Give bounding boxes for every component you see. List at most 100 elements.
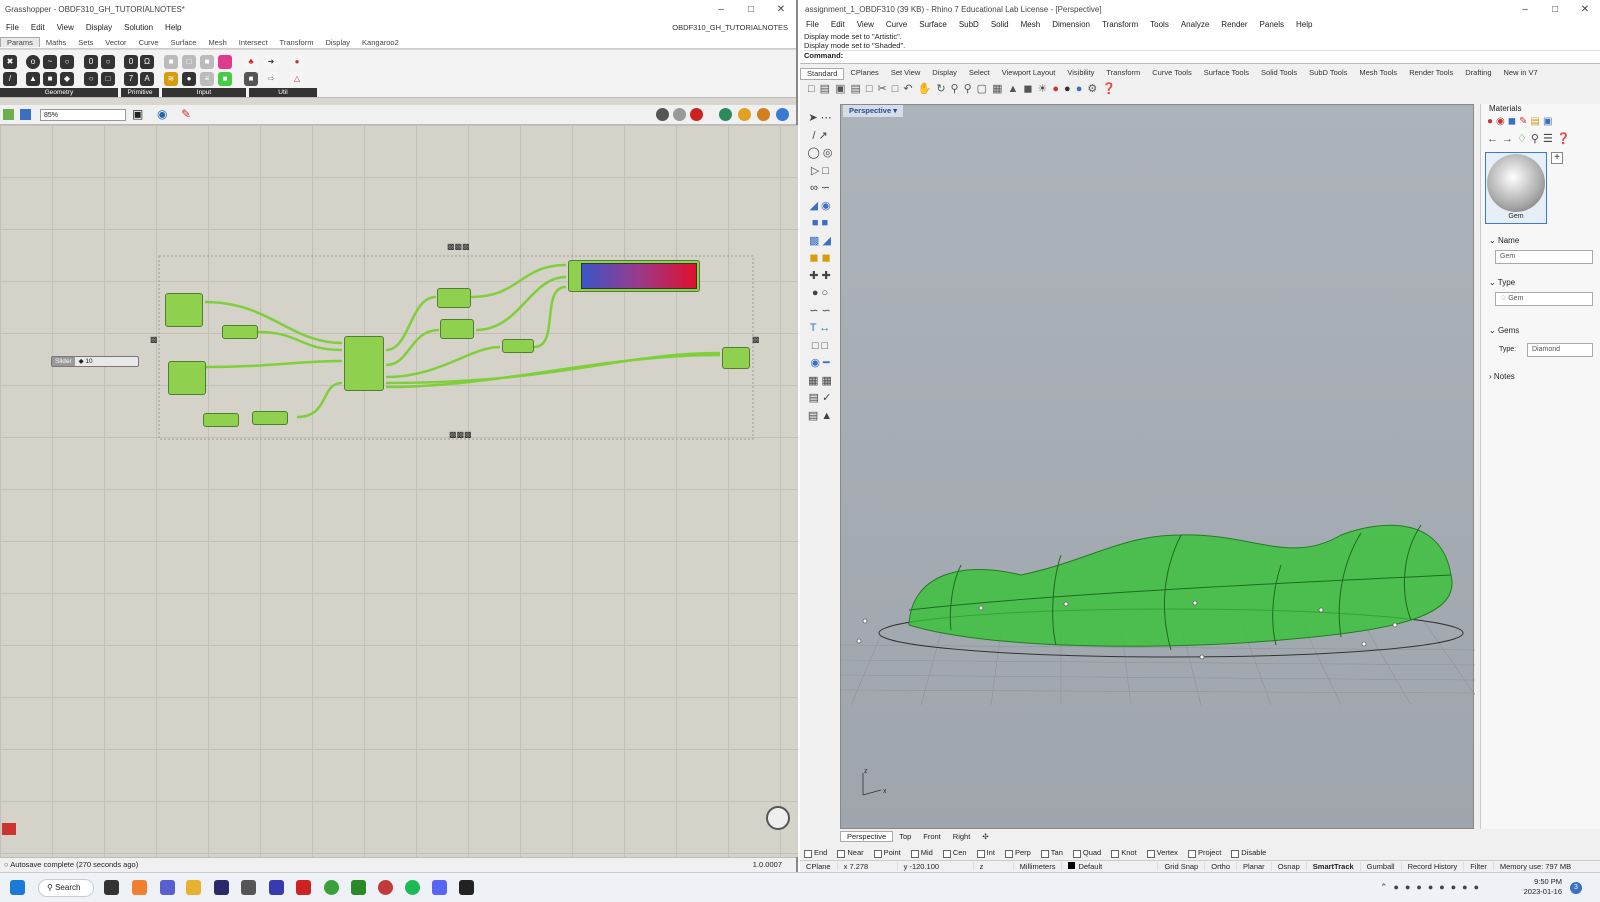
- tab-sets[interactable]: Sets: [72, 38, 99, 47]
- input-icon[interactable]: ●: [182, 72, 196, 86]
- param-icon[interactable]: ○: [60, 55, 74, 69]
- osnap-end[interactable]: End: [804, 848, 837, 858]
- select-arrow-icon[interactable]: ➤ ⋯: [802, 110, 838, 128]
- tab-kangaroo2[interactable]: Kangaroo2: [356, 38, 405, 47]
- gem-surface[interactable]: [908, 524, 1453, 647]
- param-icon[interactable]: ○: [84, 72, 98, 86]
- gh-menu-solution[interactable]: Solution: [118, 23, 159, 32]
- grid-icon[interactable]: ▦ ▦: [802, 373, 838, 391]
- rhino-icon[interactable]: [459, 880, 474, 895]
- toggle-record-history[interactable]: Record History: [1402, 862, 1465, 871]
- input-icon[interactable]: ≡: [200, 72, 214, 86]
- tab-transform[interactable]: Transform: [1100, 68, 1146, 80]
- input-icon[interactable]: ■: [200, 55, 214, 69]
- group-handle-icon[interactable]: ▩▩▩: [447, 242, 470, 252]
- rhino-menu-mesh[interactable]: Mesh: [1015, 20, 1047, 29]
- gems-section[interactable]: ⌄ Gems: [1489, 326, 1519, 335]
- rhino-menu-tools[interactable]: Tools: [1144, 20, 1175, 29]
- select-icon[interactable]: ▲: [1007, 83, 1023, 95]
- menu-icon[interactable]: ☰: [1543, 133, 1557, 145]
- navigation-compass-icon[interactable]: [766, 806, 790, 830]
- system-tray[interactable]: ⌃●●●●●●●●: [1380, 882, 1485, 893]
- line-icon[interactable]: / ↗: [802, 128, 838, 146]
- input-icon[interactable]: ≋: [164, 72, 178, 86]
- toggle-gumball[interactable]: Gumball: [1361, 862, 1402, 871]
- help-icon[interactable]: ❓: [1557, 133, 1575, 145]
- discord-icon[interactable]: [432, 880, 447, 895]
- eye-icon[interactable]: ◉: [157, 108, 167, 120]
- tab-drafting[interactable]: Drafting: [1459, 68, 1497, 80]
- tab-render-tools[interactable]: Render Tools: [1403, 68, 1459, 80]
- osnap-mid[interactable]: Mid: [910, 848, 943, 858]
- rhino-menu-curve[interactable]: Curve: [880, 20, 913, 29]
- clock[interactable]: 9:50 PM 2023-01-16: [1510, 877, 1562, 897]
- viewport-tab-perspective[interactable]: Perspective: [840, 831, 894, 842]
- perspective-viewport[interactable]: Perspective ▾ z x: [840, 104, 1475, 829]
- close-icon[interactable]: ✕: [1570, 4, 1600, 15]
- util-icon[interactable]: ■: [244, 72, 258, 86]
- osnap-quad[interactable]: Quad: [1072, 848, 1111, 858]
- type-dropdown[interactable]: ♢ Gem: [1495, 292, 1593, 306]
- param-icon[interactable]: 0: [84, 55, 98, 69]
- boolean-icon[interactable]: ● ○: [802, 285, 838, 303]
- input-icon[interactable]: ■: [218, 72, 232, 86]
- tab-intersect[interactable]: Intersect: [233, 38, 274, 47]
- param-icon[interactable]: ■: [43, 72, 57, 86]
- rhino-menu-help[interactable]: Help: [1290, 20, 1318, 29]
- close-icon[interactable]: ✕: [766, 4, 796, 15]
- material-icon[interactable]: ✎: [1519, 116, 1530, 127]
- construct-point-component[interactable]: [168, 361, 206, 395]
- spotify-icon[interactable]: [405, 880, 420, 895]
- material-icon[interactable]: ◼: [1508, 116, 1519, 127]
- help-icon[interactable]: ❓: [1102, 83, 1121, 95]
- teams-icon[interactable]: [160, 880, 175, 895]
- notes-section[interactable]: › Notes: [1489, 372, 1515, 381]
- rotate-view-icon[interactable]: ↻: [936, 83, 950, 95]
- tab-solid-tools[interactable]: Solid Tools: [1255, 68, 1303, 80]
- osnap-disable[interactable]: Disable: [1231, 848, 1276, 858]
- gh-menu-display[interactable]: Display: [80, 23, 118, 32]
- notification-badge[interactable]: 3: [1570, 882, 1582, 894]
- construct-point-component[interactable]: [165, 293, 203, 327]
- number-component[interactable]: [203, 413, 239, 427]
- undo-icon[interactable]: ↶: [903, 83, 917, 95]
- open-file-icon[interactable]: [3, 109, 14, 120]
- viewport-tab-front[interactable]: Front: [917, 832, 947, 841]
- pan-icon[interactable]: ✋: [918, 83, 937, 95]
- gradient-component[interactable]: [568, 260, 700, 292]
- layer-indicator[interactable]: Default: [1062, 862, 1159, 871]
- rhino-menu-file[interactable]: File: [800, 20, 825, 29]
- ribbon-group-primitive[interactable]: Primitive: [121, 88, 159, 97]
- osnap-near[interactable]: Near: [837, 848, 873, 858]
- tab-visibility[interactable]: Visibility: [1061, 68, 1100, 80]
- canvas-preview-icon[interactable]: [2, 823, 16, 835]
- environment-icon[interactable]: ●: [1076, 83, 1088, 95]
- rhino-menu-panels[interactable]: Panels: [1254, 20, 1290, 29]
- toggle-ortho[interactable]: Ortho: [1205, 862, 1237, 871]
- material-swatch[interactable]: Gem: [1485, 152, 1547, 224]
- toggle-osnap[interactable]: Osnap: [1272, 862, 1307, 871]
- zoom-icon[interactable]: ⚲: [964, 83, 977, 95]
- sketch-icon[interactable]: ✎: [181, 108, 191, 120]
- layer-icon[interactable]: ◼: [1023, 83, 1037, 95]
- rhino-menu-solid[interactable]: Solid: [985, 20, 1015, 29]
- param-icon[interactable]: □: [101, 72, 115, 86]
- toggle-smarttrack[interactable]: SmartTrack: [1307, 862, 1361, 871]
- toggle-planar[interactable]: Planar: [1237, 862, 1272, 871]
- group-handle-icon[interactable]: ▩: [752, 335, 760, 344]
- gem-type-dropdown[interactable]: Diamond: [1527, 343, 1593, 357]
- xbox-icon[interactable]: [351, 880, 366, 895]
- cut-icon[interactable]: ✂: [878, 83, 892, 95]
- param-icon[interactable]: /: [3, 72, 17, 86]
- start-icon[interactable]: [10, 880, 25, 895]
- param-icon[interactable]: 0: [124, 55, 138, 69]
- tab-vector[interactable]: Vector: [99, 38, 132, 47]
- tab-mesh-tools[interactable]: Mesh Tools: [1353, 68, 1403, 80]
- ribbon-group-geometry[interactable]: Geometry: [0, 88, 118, 97]
- gh-menu-help[interactable]: Help: [159, 23, 187, 32]
- tab-maths[interactable]: Maths: [40, 38, 72, 47]
- input-icon[interactable]: □: [182, 55, 196, 69]
- toggle-grid-snap[interactable]: Grid Snap: [1158, 862, 1206, 871]
- param-icon[interactable]: ~: [43, 55, 57, 69]
- solid-icon[interactable]: ■ ■: [802, 215, 838, 233]
